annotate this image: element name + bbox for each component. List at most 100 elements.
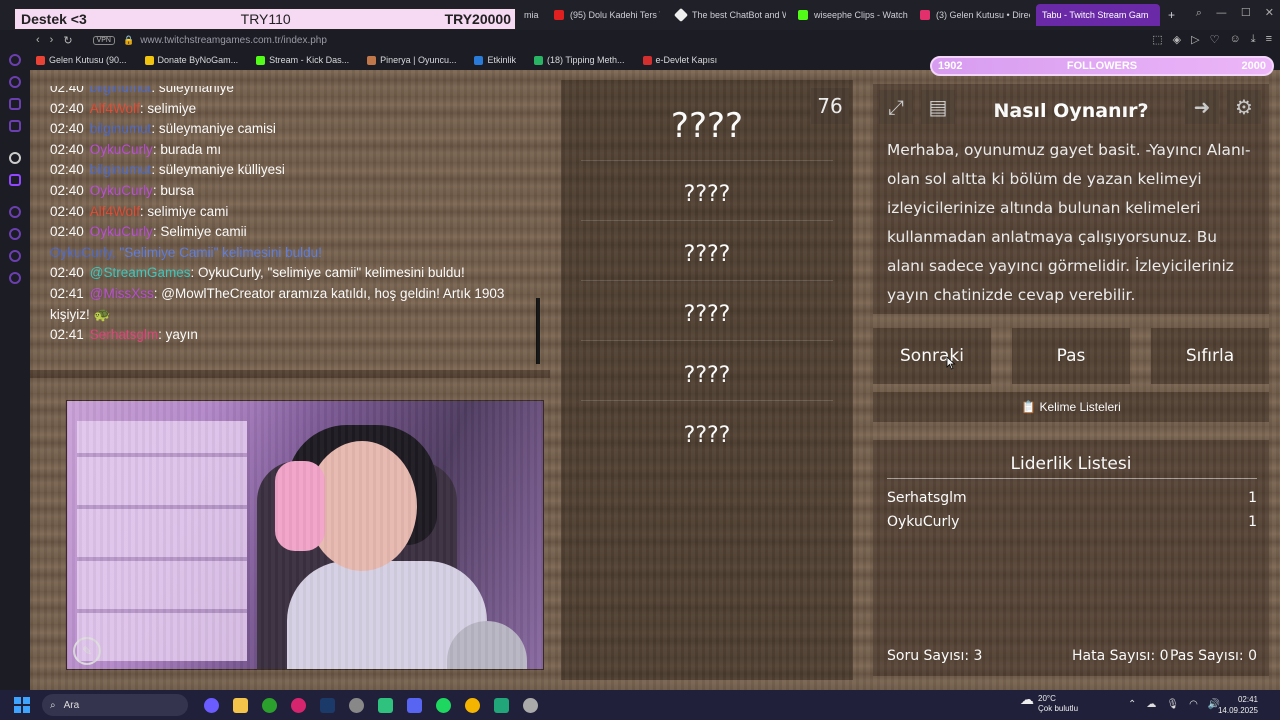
shield-icon[interactable]: ◈ <box>1173 33 1181 46</box>
settings-icon[interactable] <box>523 697 538 713</box>
logout-icon[interactable]: ➜ <box>1185 90 1219 124</box>
twitch-icon[interactable] <box>9 174 21 186</box>
weather-desc: Çok bulutlu <box>1038 704 1079 713</box>
chat-username[interactable]: OykuCurly <box>90 183 153 198</box>
network-icon[interactable]: ☁ <box>1146 699 1156 710</box>
edit-icon[interactable]: ✎ <box>73 637 101 665</box>
settings-icon[interactable] <box>9 272 21 284</box>
weather-widget[interactable]: ☁ 20°C Çok bulutlu <box>1020 691 1079 714</box>
obs-icon[interactable] <box>349 697 364 713</box>
chat-username[interactable]: Alf4Wolf <box>90 204 140 219</box>
wifi-icon[interactable]: ◠ <box>1189 699 1198 710</box>
pass-count: Pas Sayısı: 0 <box>1169 648 1257 664</box>
chat-username[interactable]: @StreamGames <box>90 265 191 280</box>
menu-icon[interactable]: ≡ <box>1266 33 1272 46</box>
maximize-icon[interactable]: ☐ <box>1241 6 1251 20</box>
chat-text: : süleymaniye <box>151 86 234 95</box>
steam-icon[interactable] <box>320 697 335 713</box>
bookmark-edevlet[interactable]: e-Devlet Kapısı <box>642 55 717 65</box>
spotify-icon[interactable] <box>436 697 451 713</box>
discord-icon[interactable] <box>407 697 422 713</box>
chat-username[interactable]: OykuCurly <box>90 142 153 157</box>
taboo-word: ???? <box>683 242 731 267</box>
tab-instagram[interactable]: (3) Gelen Kutusu • Direc <box>914 4 1030 26</box>
reset-button[interactable]: Sıfırla <box>1151 328 1269 384</box>
tab-chatbot[interactable]: The best ChatBot and W <box>670 4 786 26</box>
chat-username[interactable]: OykuCurly <box>90 224 153 239</box>
new-tab-button[interactable]: + <box>1162 4 1180 26</box>
followers-current: 1902 <box>938 60 963 72</box>
next-button[interactable]: Sonraki <box>873 328 991 384</box>
gear-icon[interactable]: ⚙ <box>1227 90 1261 124</box>
camera-icon[interactable]: ⬚ <box>1152 33 1162 46</box>
chevron-up-icon[interactable]: ⌃ <box>1128 699 1136 710</box>
bookmark-pinerya[interactable]: Pinerya | Oyuncu... <box>367 55 456 65</box>
chatbot-icon <box>673 7 689 23</box>
app-icon[interactable] <box>494 697 509 713</box>
opera-gx-icon[interactable] <box>291 697 306 713</box>
instagram-icon[interactable] <box>9 120 21 132</box>
user-icon[interactable]: ☺ <box>1229 33 1240 46</box>
microphone-icon[interactable]: 🎙 <box>1166 699 1179 710</box>
xbox-icon[interactable] <box>262 697 277 713</box>
chat-username[interactable]: bilginumut <box>90 86 152 95</box>
app-icon[interactable] <box>378 697 393 713</box>
chat-username[interactable]: Serhatsglm <box>90 327 158 342</box>
chat-username[interactable]: @MissXss <box>90 286 154 301</box>
chat-username[interactable]: bilginumut <box>90 162 152 177</box>
tab-youtube[interactable]: (95) Dolu Kadehi Ters Tu <box>548 4 660 26</box>
back-icon[interactable]: ‹ <box>36 34 40 47</box>
taboo-word: ???? <box>683 363 731 388</box>
aria-icon[interactable] <box>9 54 21 66</box>
player-score: 1 <box>1248 490 1257 506</box>
tab-mia[interactable]: mia <box>518 4 548 26</box>
messenger-icon[interactable] <box>9 98 21 110</box>
player-icon[interactable] <box>9 206 21 218</box>
windows-start-icon[interactable] <box>14 697 30 713</box>
chatgpt-icon[interactable] <box>9 76 21 88</box>
tab-tabu-active[interactable]: Tabu - Twitch Stream Gam <box>1036 4 1160 26</box>
minimize-icon[interactable]: — <box>1216 6 1227 20</box>
followers-goal: 2000 <box>1241 60 1266 72</box>
chat-message: kişiyiz! 🐢 <box>50 305 540 326</box>
download-icon[interactable]: ⤓ <box>1251 33 1256 46</box>
plus-icon: + <box>1168 8 1176 22</box>
taskbar-search[interactable]: ⌕ Ara <box>42 694 188 716</box>
close-icon[interactable]: ✕ <box>1265 6 1274 20</box>
address-bar: ‹ › ↻ VPN 🔒 www.twitchstreamgames.com.tr… <box>0 30 1280 50</box>
bookmark-kick[interactable]: Stream - Kick Das... <box>256 55 349 65</box>
cloud-icon: ☁ <box>1020 691 1034 707</box>
gmail-icon <box>36 55 45 65</box>
chat-username[interactable]: Alf4Wolf <box>90 101 140 116</box>
chrome-icon[interactable] <box>465 697 480 713</box>
bookmark-tipping[interactable]: (18) Tipping Meth... <box>534 55 625 65</box>
taboo-word: ???? <box>683 423 731 448</box>
vpn-badge[interactable]: VPN <box>92 35 115 45</box>
tab-kick-clips[interactable]: wiseephe Clips - Watch <box>792 4 908 26</box>
chat-username[interactable]: bilginumut <box>90 121 152 136</box>
taskbar-clock[interactable]: 02:41 14.09.2025 <box>1218 694 1258 716</box>
mouse-cursor <box>946 356 956 370</box>
weather-temp: 20°C <box>1038 694 1056 703</box>
bookmark-label: Donate ByNoGam... <box>157 55 239 65</box>
url-field[interactable]: www.twitchstreamgames.com.tr/index.php <box>140 35 327 46</box>
copilot-icon[interactable] <box>204 697 219 713</box>
pass-button[interactable]: Pas <box>1012 328 1130 384</box>
search-icon: ⌕ <box>50 699 56 711</box>
bookmark-etkinlik[interactable]: Etkinlik <box>474 55 516 65</box>
word-lists-button[interactable]: 📋 Kelime Listeleri <box>873 392 1269 422</box>
chat-scrollbar[interactable] <box>536 298 540 364</box>
file-explorer-icon[interactable] <box>233 697 248 713</box>
chat-username[interactable]: OykuCurly, <box>50 245 116 260</box>
heart-icon[interactable]: ♡ <box>1210 33 1220 46</box>
extensions-icon[interactable] <box>9 250 21 262</box>
tabs-icon[interactable] <box>9 152 21 164</box>
history-icon[interactable] <box>9 228 21 240</box>
bookmark-gmail[interactable]: Gelen Kutusu (90... <box>36 55 127 65</box>
forward-icon[interactable]: › <box>50 34 54 47</box>
reload-icon[interactable]: ↻ <box>63 34 72 47</box>
lock-icon[interactable]: 🔒 <box>123 35 134 46</box>
play-icon[interactable]: ▷ <box>1191 33 1199 46</box>
bookmark-bynogame[interactable]: Donate ByNoGam... <box>144 55 239 65</box>
search-tabs-icon[interactable]: ⌕ <box>1196 6 1202 20</box>
